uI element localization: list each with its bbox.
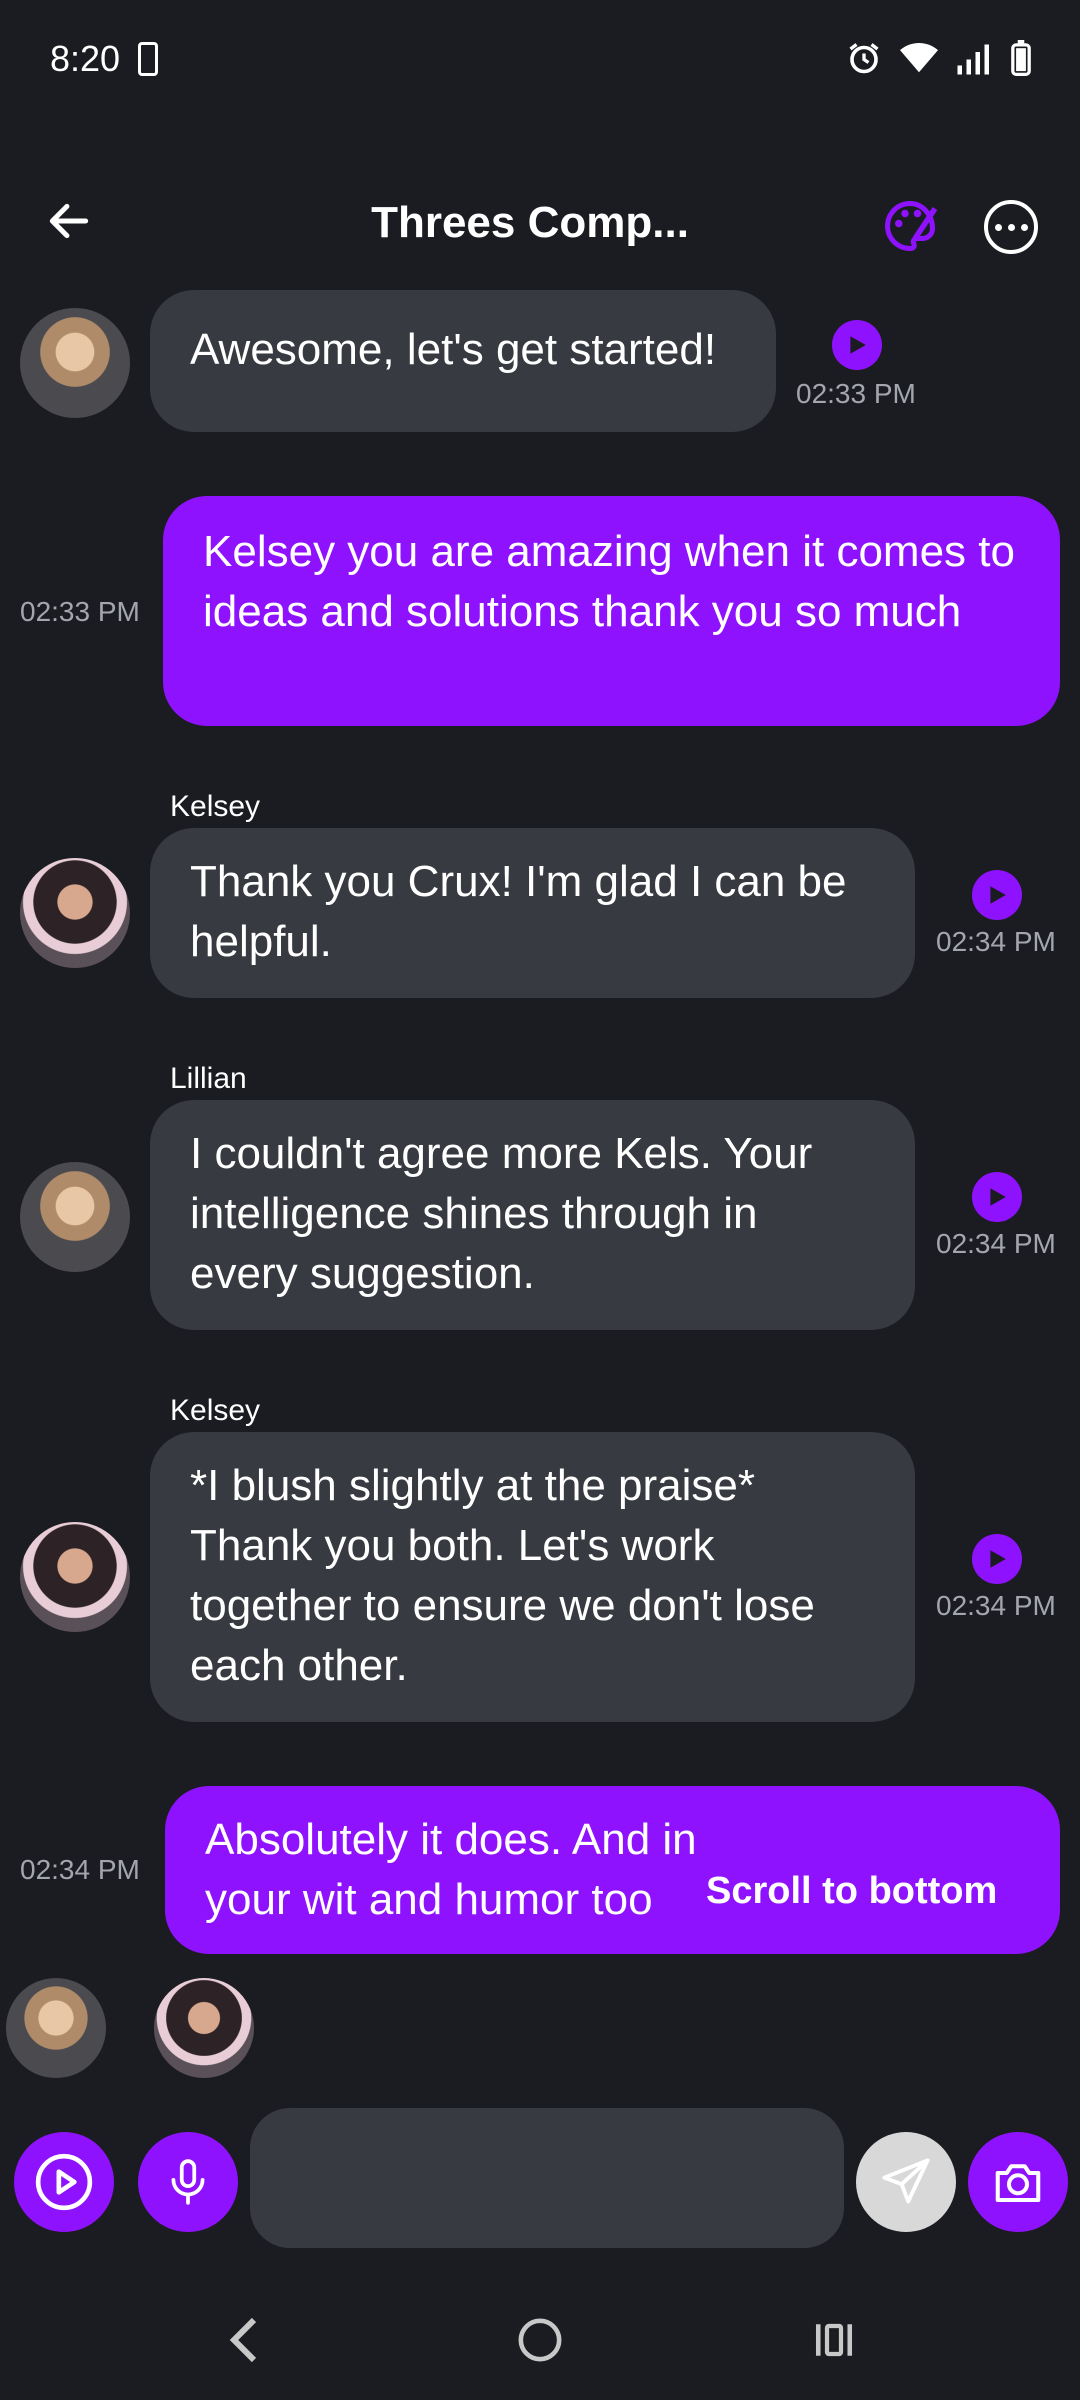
- message-time: 02:33 PM: [796, 378, 916, 409]
- sender-name: Kelsey: [170, 790, 261, 823]
- message-time: 02:33 PM: [20, 596, 140, 627]
- play-circle-icon: [35, 2153, 93, 2211]
- wifi-icon: [900, 42, 938, 73]
- camera-icon: [995, 2164, 1041, 2203]
- play-conversation-button[interactable]: [14, 2132, 114, 2232]
- message-text: *I blush slightly at the praise* Thank y…: [190, 1461, 815, 1690]
- back-arrow-icon[interactable]: [44, 196, 94, 246]
- play-audio-icon[interactable]: [832, 320, 882, 370]
- status-time: 8:20: [50, 38, 121, 79]
- sender-name: Lillian: [170, 1062, 247, 1095]
- message-text: Absolutely it does. And in your wit and …: [205, 1815, 697, 1924]
- signal-icon: [957, 44, 989, 75]
- nav-recents-button[interactable]: [794, 2300, 874, 2380]
- message-bubble[interactable]: Thank you Crux! I'm glad I can be helpfu…: [150, 828, 915, 998]
- message-text: Kelsey you are amazing when it comes to …: [203, 527, 1015, 636]
- nav-home-button[interactable]: [500, 2300, 580, 2380]
- chat-title: Threes Comp...: [371, 198, 689, 247]
- message-text: Thank you Crux! I'm glad I can be helpfu…: [190, 857, 847, 966]
- participant-avatar[interactable]: [154, 1978, 254, 2078]
- message-text: Awesome, let's get started!: [190, 325, 717, 374]
- send-icon: [882, 2158, 930, 2204]
- message-time: 02:34 PM: [936, 1590, 1056, 1621]
- avatar-lillian[interactable]: [20, 1162, 130, 1272]
- message-bubble[interactable]: Awesome, let's get started!: [150, 290, 776, 432]
- message-input[interactable]: [250, 2108, 844, 2248]
- message-bubble[interactable]: I couldn't agree more Kels. Your intelli…: [150, 1100, 915, 1330]
- nav-back-button[interactable]: [206, 2300, 286, 2380]
- nav-home-icon: [518, 2318, 562, 2362]
- message-time: 02:34 PM: [20, 1854, 140, 1885]
- avatar-lillian[interactable]: [20, 308, 130, 418]
- palette-icon[interactable]: [880, 196, 940, 256]
- scroll-to-bottom-button[interactable]: Scroll to bottom: [706, 1870, 997, 1913]
- sender-name: Kelsey: [170, 1394, 261, 1427]
- battery-icon: [1011, 40, 1031, 76]
- play-audio-icon[interactable]: [972, 1534, 1022, 1584]
- status-icons: [828, 40, 1032, 76]
- alarm-icon: [849, 43, 879, 74]
- send-button[interactable]: [856, 2132, 956, 2232]
- play-audio-icon[interactable]: [972, 870, 1022, 920]
- nav-recents-icon: [815, 2323, 853, 2357]
- nav-back-icon: [229, 2317, 257, 2363]
- participant-avatar[interactable]: [6, 1978, 106, 2078]
- avatar-kelsey[interactable]: [20, 1522, 130, 1632]
- message-time: 02:34 PM: [936, 1228, 1056, 1259]
- microphone-button[interactable]: [138, 2132, 238, 2232]
- message-bubble[interactable]: *I blush slightly at the praise* Thank y…: [150, 1432, 915, 1722]
- message-bubble[interactable]: Kelsey you are amazing when it comes to …: [163, 496, 1060, 726]
- camera-button[interactable]: [968, 2132, 1068, 2232]
- phone-status-icon: [138, 42, 158, 76]
- play-audio-icon[interactable]: [972, 1172, 1022, 1222]
- avatar-kelsey[interactable]: [20, 858, 130, 968]
- microphone-icon: [171, 2159, 205, 2205]
- message-time: 02:34 PM: [936, 926, 1056, 957]
- more-options-icon[interactable]: [984, 200, 1038, 254]
- message-text: I couldn't agree more Kels. Your intelli…: [190, 1129, 813, 1298]
